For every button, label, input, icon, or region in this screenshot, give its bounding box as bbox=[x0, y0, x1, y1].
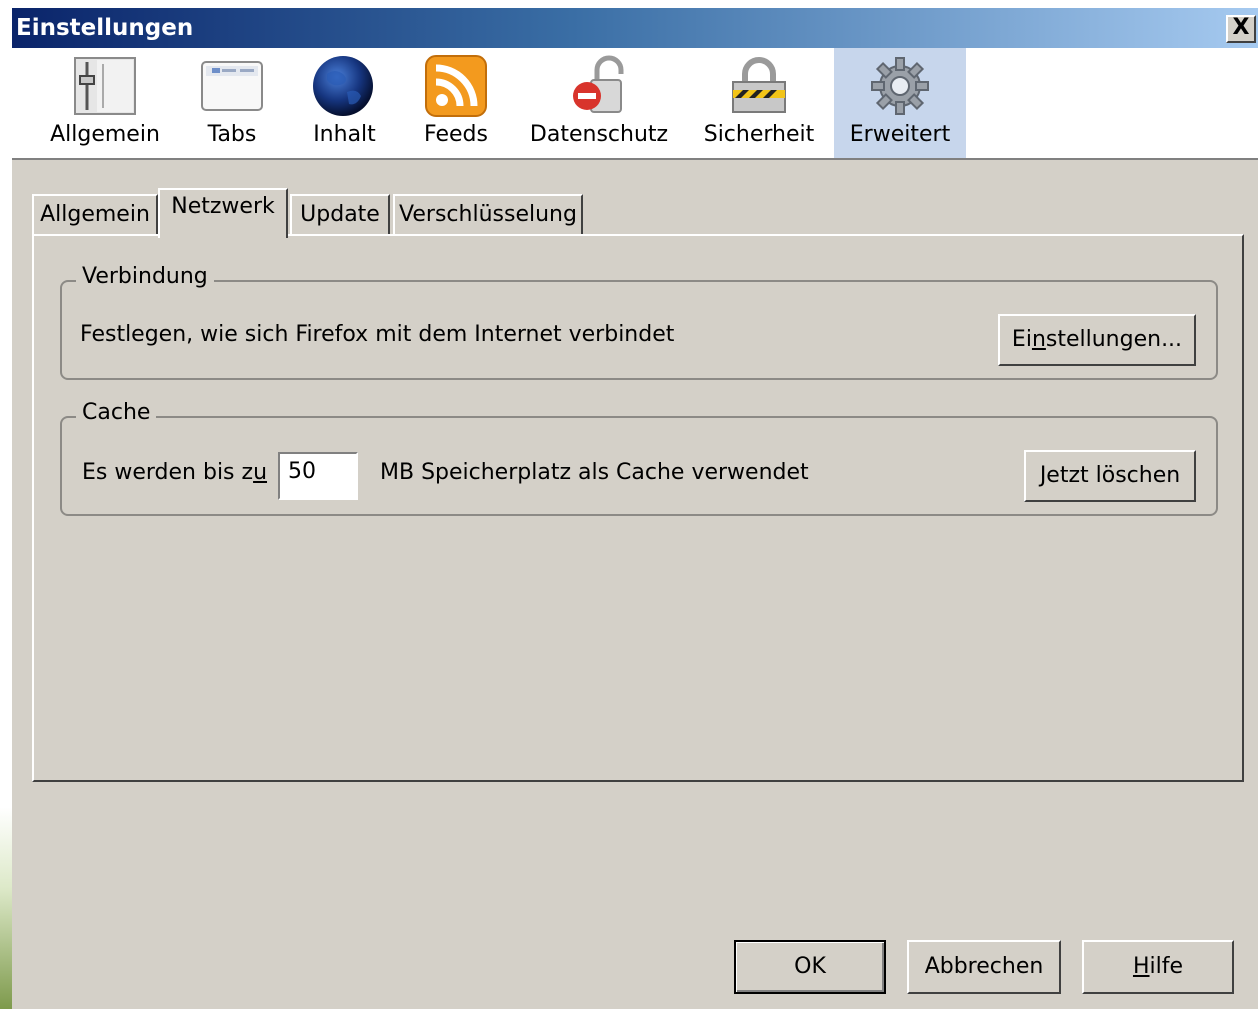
cache-label-prefix: Es werden bis z bbox=[82, 460, 254, 485]
preferences-content: Allgemein Netzwerk Update Verschlüsselun… bbox=[12, 160, 1258, 1009]
toolbar-label: Allgemein bbox=[50, 122, 160, 147]
category-toolbar: Allgemein Tabs Inhalt Feeds Datenschutz … bbox=[12, 48, 1258, 160]
toolbar-item-inhalt[interactable]: Inhalt bbox=[291, 48, 398, 158]
cache-legend: Cache bbox=[76, 400, 157, 425]
toolbar-item-tabs[interactable]: Tabs bbox=[177, 48, 287, 158]
toolbar-label: Inhalt bbox=[313, 122, 376, 147]
tab-panel-netzwerk: Verbindung Festlegen, wie sich Firefox m… bbox=[32, 234, 1244, 782]
connection-description: Festlegen, wie sich Firefox mit dem Inte… bbox=[80, 322, 675, 347]
gear-icon bbox=[871, 57, 929, 115]
general-switches-icon bbox=[74, 57, 136, 115]
toolbar-label: Erweitert bbox=[849, 122, 951, 147]
cache-size-input[interactable]: 50 bbox=[278, 452, 358, 500]
tabs-window-icon bbox=[201, 61, 263, 111]
security-padlock-icon bbox=[732, 57, 786, 113]
ok-button[interactable]: OK bbox=[734, 940, 886, 994]
tab-label: Update bbox=[300, 202, 380, 227]
tab-netzwerk[interactable]: Netzwerk bbox=[158, 188, 288, 238]
button-mnemonic: n bbox=[1031, 327, 1046, 352]
toolbar-item-sicherheit[interactable]: Sicherheit bbox=[694, 48, 824, 158]
tab-update[interactable]: Update bbox=[290, 194, 390, 236]
tab-label: Verschlüsselung bbox=[399, 202, 577, 227]
clear-cache-button[interactable]: Jetzt löschen bbox=[1024, 450, 1196, 502]
toolbar-item-erweitert[interactable]: Erweitert bbox=[834, 48, 966, 158]
globe-icon bbox=[313, 56, 373, 116]
cache-label-mnemonic: u bbox=[253, 460, 268, 485]
toolbar-item-datenschutz[interactable]: Datenschutz bbox=[524, 48, 674, 158]
rss-feed-icon bbox=[425, 55, 487, 117]
connection-settings-button[interactable]: Einstellungen... bbox=[998, 314, 1196, 366]
connection-groupbox: Verbindung Festlegen, wie sich Firefox m… bbox=[60, 264, 1218, 380]
toolbar-label: Tabs bbox=[207, 122, 257, 147]
toolbar-label: Datenschutz bbox=[529, 122, 669, 147]
cache-unit-label: MB Speicherplatz als Cache verwendet bbox=[380, 460, 809, 485]
button-text-prefix: Ei bbox=[1011, 327, 1032, 352]
desktop-background-strip bbox=[0, 0, 12, 1009]
cache-groupbox: Cache Es werden bis zu 50 MB Speicherpla… bbox=[60, 400, 1218, 516]
toolbar-label: Feeds bbox=[424, 122, 488, 147]
tab-label: Netzwerk bbox=[171, 194, 275, 219]
close-icon: X bbox=[1232, 15, 1250, 40]
preferences-dialog: Einstellungen X Allgemein Tabs Inhalt Fe… bbox=[12, 8, 1258, 1009]
tab-label: Allgemein bbox=[40, 202, 150, 227]
help-button[interactable]: Hilfe bbox=[1082, 940, 1234, 994]
help-label-suffix: ilfe bbox=[1149, 954, 1184, 979]
title-bar[interactable]: Einstellungen X bbox=[12, 8, 1258, 48]
connection-legend: Verbindung bbox=[76, 264, 214, 289]
cancel-button[interactable]: Abbrechen bbox=[907, 940, 1061, 994]
toolbar-item-allgemein[interactable]: Allgemein bbox=[45, 48, 165, 158]
button-text-suffix: stellungen... bbox=[1045, 327, 1183, 352]
help-mnemonic: H bbox=[1132, 954, 1150, 979]
tab-verschluesselung[interactable]: Verschlüsselung bbox=[393, 194, 583, 236]
cache-size-label: Es werden bis zu bbox=[82, 460, 267, 485]
toolbar-label: Sicherheit bbox=[703, 122, 815, 147]
tab-allgemein[interactable]: Allgemein bbox=[32, 194, 158, 236]
window-title: Einstellungen bbox=[16, 15, 194, 41]
close-button[interactable]: X bbox=[1226, 15, 1256, 43]
privacy-lock-remove-icon bbox=[573, 55, 624, 113]
toolbar-item-feeds[interactable]: Feeds bbox=[404, 48, 508, 158]
